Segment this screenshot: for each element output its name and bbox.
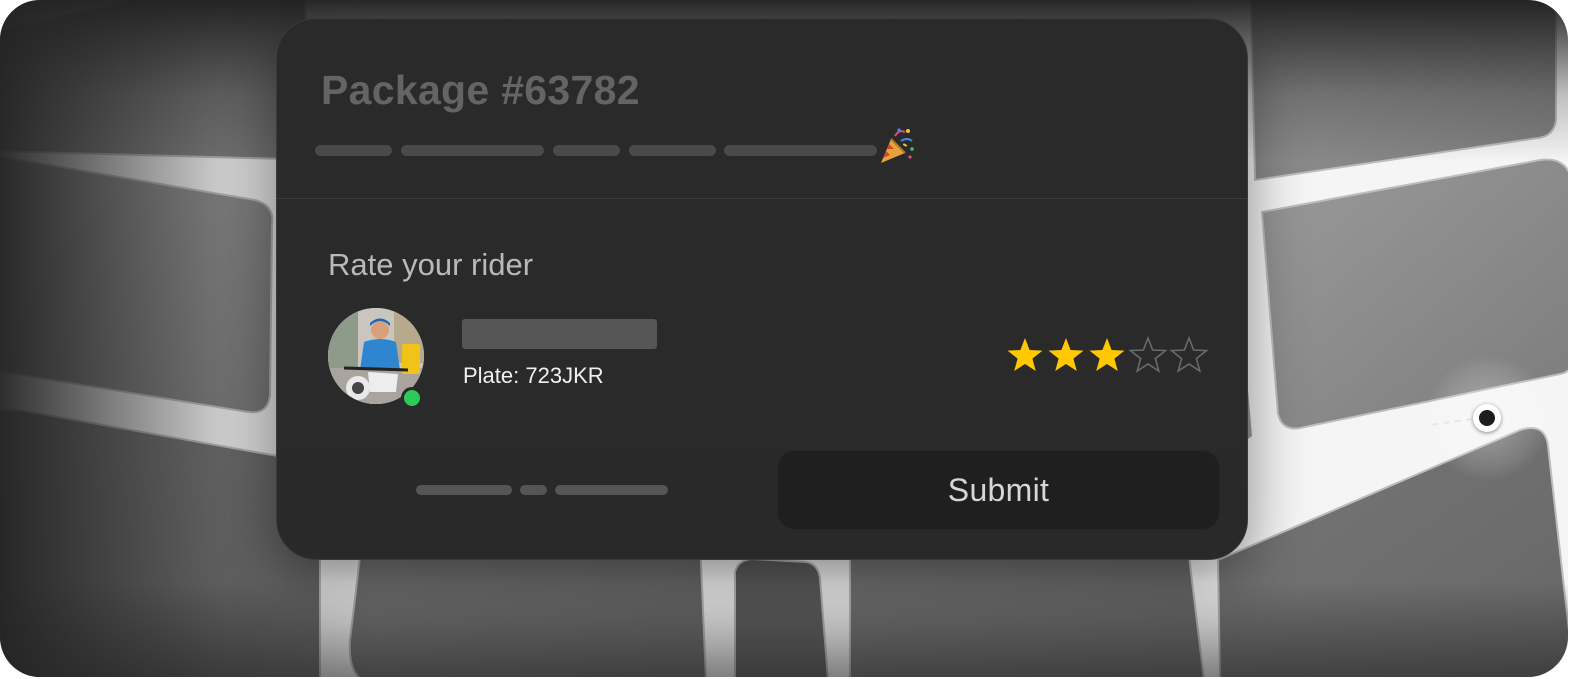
progress-segment: [629, 145, 716, 156]
location-dot-icon[interactable]: [1473, 404, 1501, 432]
rating-card: Package #63782 Rate your rider Plate: 72…: [276, 18, 1248, 560]
app-frame: Package #63782 Rate your rider Plate: 72…: [0, 0, 1568, 677]
star-4-empty-icon[interactable]: [1128, 335, 1168, 375]
party-popper-icon: [881, 128, 914, 163]
star-1-filled-icon[interactable]: [1005, 335, 1045, 375]
progress-segment: [553, 145, 620, 156]
footer-placeholder-segment: [520, 485, 547, 495]
star-5-empty-icon[interactable]: [1169, 335, 1209, 375]
online-status-indicator: [401, 387, 423, 409]
package-header: Package #63782: [277, 19, 1247, 199]
rate-rider-title: Rate your rider: [328, 247, 534, 282]
progress-segment: [724, 145, 877, 156]
star-rating: [1005, 335, 1209, 375]
package-title: Package #63782: [321, 67, 640, 113]
rider-plate: Plate: 723JKR: [463, 363, 604, 388]
footer-placeholder-segment: [555, 485, 668, 495]
footer-placeholder-segment: [416, 485, 512, 495]
submit-button[interactable]: Submit: [777, 450, 1220, 530]
star-2-filled-icon[interactable]: [1046, 335, 1086, 375]
star-3-filled-icon[interactable]: [1087, 335, 1127, 375]
progress-segment: [315, 145, 392, 156]
rider-name-placeholder: [462, 319, 657, 349]
progress-segment: [401, 145, 544, 156]
